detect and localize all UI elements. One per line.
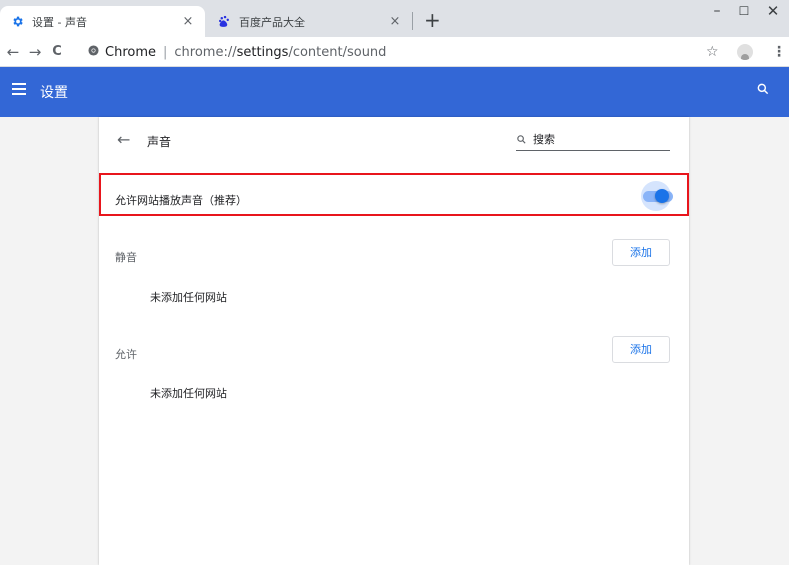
- close-icon[interactable]: ×: [388, 14, 402, 29]
- back-arrow-icon[interactable]: ←: [117, 130, 130, 149]
- tab-settings-sound[interactable]: 设置 - 声音 ×: [0, 6, 205, 37]
- subpage-header: ← 声音: [99, 117, 689, 165]
- tab-title: 设置 - 声音: [32, 15, 87, 29]
- search-input[interactable]: [533, 133, 653, 146]
- allow-empty-text: 未添加任何网站: [150, 387, 227, 400]
- hamburger-menu-icon[interactable]: [12, 83, 26, 95]
- mute-section-label: 静音: [115, 251, 137, 264]
- add-mute-site-button[interactable]: 添加: [612, 239, 670, 266]
- chrome-icon: [88, 45, 99, 59]
- tab-strip: 设置 - 声音 × 百度产品大全 × + – ☐ ✕: [0, 0, 789, 37]
- url-divider: |: [163, 44, 168, 60]
- close-icon[interactable]: ×: [181, 14, 195, 29]
- search-icon[interactable]: [756, 81, 772, 97]
- allow-sound-toggle[interactable]: [635, 181, 681, 211]
- reload-button[interactable]: C: [46, 44, 68, 59]
- subpage-title: 声音: [147, 135, 172, 149]
- settings-header: 设置: [0, 67, 789, 117]
- forward-button[interactable]: →: [24, 43, 46, 61]
- profile-button[interactable]: [737, 37, 753, 67]
- allow-section-label: 允许: [115, 348, 137, 361]
- tab-separator: [412, 12, 413, 30]
- tab-title: 百度产品大全: [239, 15, 305, 29]
- baidu-paw-icon: [217, 15, 231, 29]
- avatar: [737, 44, 753, 60]
- allow-sound-label: 允许网站播放声音（推荐）: [115, 194, 247, 207]
- mute-empty-text: 未添加任何网站: [150, 291, 227, 304]
- new-tab-button[interactable]: +: [424, 8, 441, 32]
- search-icon: [517, 135, 526, 144]
- settings-card: ← 声音 允许网站播放声音（推荐） 静音 添加 未添加任何网站 允许 添加 未添…: [99, 117, 689, 565]
- menu-button[interactable]: ⋮: [772, 37, 786, 67]
- subpage-search: [516, 129, 670, 151]
- browser-toolbar: ← → C Chrome | chrome://settings/content…: [0, 37, 789, 67]
- add-allow-site-button[interactable]: 添加: [612, 336, 670, 363]
- address-bar[interactable]: Chrome | chrome://settings/content/sound: [88, 41, 688, 63]
- gear-icon: [10, 15, 24, 29]
- url-origin: Chrome: [105, 44, 156, 60]
- bookmark-star-icon[interactable]: ☆: [706, 37, 719, 67]
- url-text: chrome://settings/content/sound: [174, 44, 387, 60]
- back-button[interactable]: ←: [2, 43, 24, 61]
- window-close-button[interactable]: ✕: [755, 2, 789, 22]
- page-title: 设置: [40, 85, 68, 101]
- tab-baidu[interactable]: 百度产品大全 ×: [207, 6, 412, 37]
